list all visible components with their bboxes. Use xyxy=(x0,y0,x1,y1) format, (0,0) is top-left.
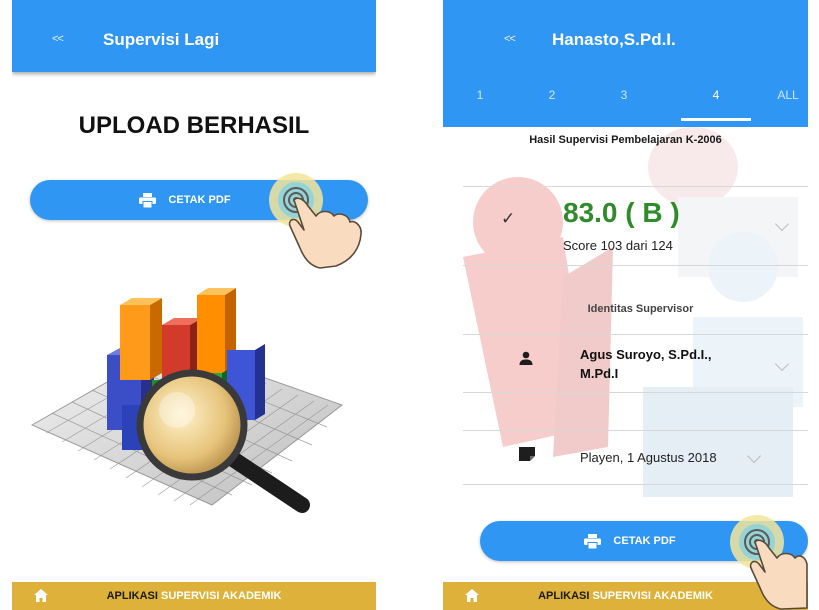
score-detail: Score 103 dari 124 xyxy=(563,238,673,253)
active-tab-indicator xyxy=(681,118,751,121)
screen-upload-success: << Supervisi Lagi UPLOAD BERHASIL CETAK … xyxy=(12,0,376,610)
check-icon: ✓ xyxy=(501,209,516,228)
tab-3[interactable]: 3 xyxy=(604,88,644,102)
app-bar: << Supervisi Lagi xyxy=(12,0,376,72)
report-illustration xyxy=(30,288,344,513)
place-date: Playen, 1 Agustus 2018 xyxy=(580,450,717,465)
tab-bar: 1 2 3 4 ALL xyxy=(443,88,808,121)
back-button[interactable]: << xyxy=(52,33,64,45)
brand-part1: APLIKASI xyxy=(538,590,590,602)
divider xyxy=(463,265,808,266)
back-button[interactable]: << xyxy=(504,33,516,45)
app-bar: << Hanasto,S.Pd.I. 1 2 3 4 ALL xyxy=(443,0,808,127)
tap-hand-icon xyxy=(730,515,808,610)
supervisor-name: Agus Suroyo, S.Pd.I., M.Pd.I xyxy=(580,347,712,381)
supervisor-section-label: Identitas Supervisor xyxy=(587,303,694,315)
document-icon xyxy=(519,447,535,461)
bottom-bar: APLIKASI SUPERVISI AKADEMIK xyxy=(12,582,376,610)
divider xyxy=(463,392,808,393)
divider xyxy=(463,186,808,187)
upload-status-title: UPLOAD BERHASIL xyxy=(78,112,310,139)
tab-all[interactable]: ALL xyxy=(768,88,808,102)
tab-4[interactable]: 4 xyxy=(696,88,736,102)
screen-supervision-result: << Hanasto,S.Pd.I. 1 2 3 4 ALL Hasil Sup… xyxy=(443,0,808,610)
app-brand: APLIKASI SUPERVISI AKADEMIK xyxy=(12,590,376,602)
brand-part2: SUPERVISI AKADEMIK xyxy=(592,590,713,602)
divider xyxy=(463,484,808,485)
tab-2[interactable]: 2 xyxy=(532,88,572,102)
printer-icon xyxy=(139,192,157,208)
result-title: Hasil Supervisi Pembelajaran K-2006 xyxy=(529,134,722,146)
page-title: Hanasto,S.Pd.I. xyxy=(552,30,676,49)
print-pdf-label: CETAK PDF xyxy=(168,194,231,206)
divider xyxy=(463,334,808,335)
score-value: 83.0 ( B ) xyxy=(563,197,680,228)
printer-icon xyxy=(584,533,602,549)
brand-part1: APLIKASI xyxy=(106,590,158,602)
brand-part2: SUPERVISI AKADEMIK xyxy=(160,590,282,602)
page-title: Supervisi Lagi xyxy=(103,30,220,49)
tab-1[interactable]: 1 xyxy=(460,88,500,102)
person-icon xyxy=(519,351,533,365)
print-pdf-label: CETAK PDF xyxy=(613,535,676,547)
divider xyxy=(463,430,808,431)
